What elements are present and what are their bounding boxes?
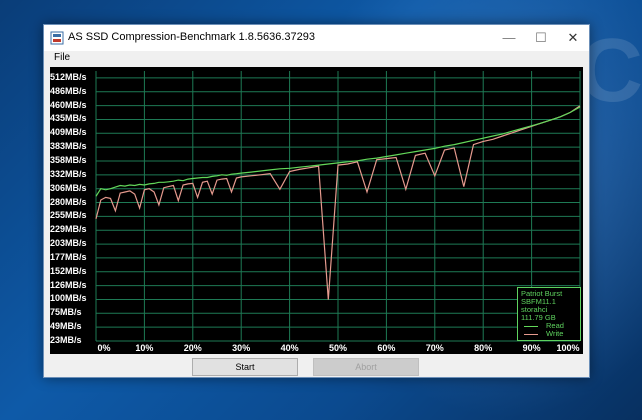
menu-file[interactable]: File: [54, 52, 70, 63]
y-tick-label: 306MB/s: [50, 182, 87, 193]
y-tick-label: 100MB/s: [50, 293, 87, 304]
x-tick-label: 100%: [556, 343, 580, 353]
y-tick-label: 203MB/s: [50, 238, 87, 249]
y-tick-label: 75MB/s: [50, 307, 82, 318]
y-tick-label: 486MB/s: [50, 85, 87, 96]
start-button[interactable]: Start: [192, 358, 298, 376]
x-tick-label: 70%: [425, 343, 444, 353]
y-tick-label: 152MB/s: [50, 265, 87, 276]
y-tick-label: 435MB/s: [50, 113, 87, 124]
y-tick-label: 409MB/s: [50, 127, 87, 138]
legend-read-swatch: [524, 326, 538, 327]
y-tick-label: 280MB/s: [50, 196, 87, 207]
y-tick-label: 460MB/s: [50, 99, 87, 110]
x-tick-label: 60%: [377, 343, 396, 353]
legend-write-label: Write: [546, 329, 564, 338]
x-tick-label: 40%: [280, 343, 299, 353]
close-button[interactable]: ✕: [557, 25, 589, 51]
minimize-button[interactable]: —: [493, 25, 525, 51]
y-tick-label: 229MB/s: [50, 224, 87, 235]
x-tick-label: 90%: [522, 343, 541, 353]
app-window: AS SSD Compression-Benchmark 1.8.5636.37…: [43, 24, 590, 378]
window-title: AS SSD Compression-Benchmark 1.8.5636.37…: [68, 31, 316, 43]
benchmark-chart: 512MB/s 486MB/s 460MB/s 435MB/s 409MB/s 383MB…: [50, 67, 583, 354]
app-icon: [50, 31, 64, 45]
y-tick-label: 23MB/s: [50, 335, 82, 345]
x-tick-label: 30%: [232, 343, 251, 353]
y-tick-label: 255MB/s: [50, 210, 87, 221]
y-tick-label: 177MB/s: [50, 251, 87, 262]
x-tick-label: 20%: [183, 343, 202, 353]
x-tick-label: 50%: [328, 343, 348, 353]
y-tick-label: 358MB/s: [50, 155, 87, 165]
title-bar[interactable]: AS SSD Compression-Benchmark 1.8.5636.37…: [44, 25, 589, 51]
y-tick-label: 126MB/s: [50, 279, 87, 290]
x-tick-label: 0%: [97, 343, 111, 353]
menu-bar: File: [44, 51, 589, 67]
y-tick-label: 383MB/s: [50, 141, 87, 152]
y-tick-label: 332MB/s: [50, 168, 87, 179]
abort-button[interactable]: Abort: [313, 358, 419, 376]
x-tick-label: 80%: [474, 343, 493, 353]
legend-write-swatch: [524, 334, 538, 335]
y-tick-label: 512MB/s: [50, 71, 87, 82]
y-tick-label: 49MB/s: [50, 321, 82, 332]
chart-plot: [95, 71, 581, 342]
chart-legend: Patriot Burst SBFM11.1 storahci 111.79 G…: [517, 287, 581, 341]
maximize-button[interactable]: ☐: [525, 25, 557, 51]
x-tick-label: 10%: [135, 343, 154, 353]
